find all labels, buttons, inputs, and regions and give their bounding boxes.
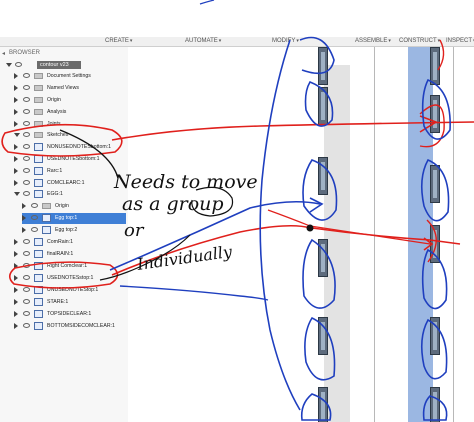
blue-circle <box>300 393 332 421</box>
blue-circle <box>304 81 334 127</box>
annotation-text-or: or <box>124 220 145 241</box>
blue-circle <box>422 395 448 421</box>
blue-circle <box>302 159 338 221</box>
blue-circle <box>420 318 448 380</box>
fusion-window: CREATE▾ AUTOMATE▾ MODIFY▾ ASSEMBLE▾ CONS… <box>0 0 474 422</box>
blue-circle <box>421 78 451 140</box>
blue-circle <box>299 36 335 75</box>
red-circle-notes-bottom <box>1 123 123 157</box>
red-anchor-dot <box>306 224 314 232</box>
blue-mark <box>199 0 215 5</box>
blue-circle <box>302 238 336 309</box>
red-arrow-line <box>111 121 474 141</box>
blue-arrow-line <box>119 285 269 301</box>
annotation-text-individually: Individually <box>135 242 234 274</box>
red-loop <box>437 39 445 71</box>
red-arrow-line <box>311 227 461 245</box>
blue-circle <box>421 248 448 310</box>
blue-circle <box>420 158 450 222</box>
red-circle-notes-top <box>8 261 119 289</box>
blue-arrowhead <box>309 197 324 213</box>
blue-circle <box>304 316 336 381</box>
annotation-text-as-a-group: as a group <box>122 193 224 215</box>
annotation-text-needs-to-move: Needs to move <box>113 171 258 193</box>
black-pointer-line <box>59 129 119 179</box>
handwritten-annotation-layer: Needs to move as a group or Individually <box>1 0 474 421</box>
